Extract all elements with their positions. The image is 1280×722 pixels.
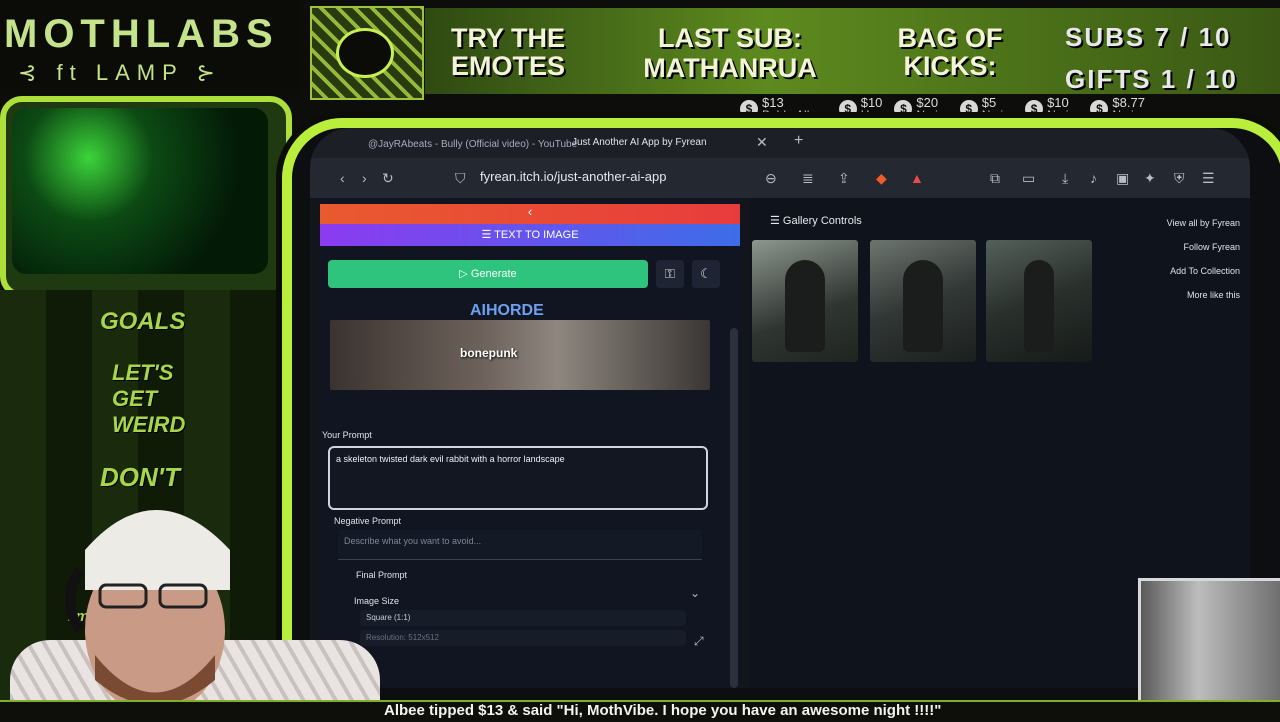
gallery-controls-toggle[interactable]: ☰ Gallery Controls bbox=[770, 214, 862, 227]
tab-strip: @JayRAbeats - Bully (Official video) - Y… bbox=[310, 128, 1250, 158]
close-tab-icon[interactable]: ✕ bbox=[756, 134, 768, 151]
subs-goal: SUBS 7 / 10 bbox=[1065, 22, 1232, 52]
stream-info-banner: TRY THE EMOTES LAST SUB: MATHANRUA BAG O… bbox=[425, 8, 1280, 94]
new-tab-button[interactable]: + bbox=[794, 132, 803, 150]
particle-visual bbox=[12, 108, 268, 274]
follow-link[interactable]: Follow Fyrean bbox=[1090, 242, 1240, 252]
provider-title: AIHORDE bbox=[470, 302, 544, 319]
negative-prompt-label: Negative Prompt bbox=[334, 516, 402, 526]
reader-icon[interactable]: ≣ bbox=[802, 170, 814, 187]
theme-toggle-button[interactable]: ☾ bbox=[692, 260, 720, 288]
drinking-glass bbox=[1138, 578, 1280, 703]
prompt-textarea[interactable]: a skeleton twisted dark evil rabbit with… bbox=[328, 446, 708, 510]
final-prompt-label[interactable]: Final Prompt bbox=[356, 570, 407, 580]
last-sub-name: MATHANRUA bbox=[643, 53, 817, 83]
tab-youtube[interactable]: @JayRAbeats - Bully (Official video) - Y… bbox=[368, 139, 577, 150]
coin-icon: $ bbox=[838, 100, 857, 118]
chevron-down-icon[interactable]: ⌄ bbox=[690, 586, 700, 600]
coin-icon: $ bbox=[1025, 100, 1044, 118]
secondary-camera bbox=[0, 96, 292, 298]
gallery-thumbnail[interactable] bbox=[752, 240, 858, 362]
zoom-icon[interactable]: ⊖ bbox=[765, 170, 777, 187]
brand-subtitle: ⊰ ft LAMP ⊱ bbox=[18, 60, 222, 85]
coin-icon: $ bbox=[740, 100, 758, 118]
brave-shield-icon[interactable]: ◆ bbox=[876, 170, 887, 187]
sidebar-icon[interactable]: ▭ bbox=[1022, 170, 1035, 187]
style-preset-name: bonepunk bbox=[460, 346, 518, 360]
view-all-link[interactable]: View all by Fyrean bbox=[1090, 218, 1240, 228]
address-bar: ‹ › ↻ ⛉ fyrean.itch.io/just-another-ai-a… bbox=[310, 158, 1250, 198]
prompt-label: Your Prompt bbox=[322, 430, 372, 440]
back-icon[interactable]: ‹ bbox=[340, 170, 345, 186]
gifts-goal: GIFTS 1 / 10 bbox=[1065, 64, 1238, 94]
api-key-button[interactable]: ⚿ bbox=[656, 260, 684, 288]
tip-message-ticker: Albee tipped $13 & said "Hi, MothVibe. I… bbox=[0, 700, 1280, 722]
last-sub-label: LAST SUB: bbox=[658, 23, 802, 53]
generate-button[interactable]: ▷ Generate bbox=[328, 260, 648, 288]
sticker-goals: GOALS bbox=[100, 308, 186, 335]
bag-of-kicks-label: BAG OF KICKS: bbox=[897, 23, 1003, 81]
gallery-thumbnail[interactable] bbox=[870, 240, 976, 362]
moth-emblem-icon bbox=[336, 28, 394, 78]
url-input[interactable]: fyrean.itch.io/just-another-ai-app bbox=[480, 169, 760, 189]
menu-icon[interactable]: ☰ bbox=[1202, 170, 1215, 187]
browser-window: @JayRAbeats - Bully (Official video) - Y… bbox=[310, 128, 1250, 688]
rabbit-image bbox=[903, 260, 943, 352]
resolution-select[interactable]: Resolution: 512x512 bbox=[360, 630, 686, 646]
streamer-webcam bbox=[65, 510, 230, 715]
coin-icon: $ bbox=[959, 100, 978, 118]
scrollbar[interactable] bbox=[730, 328, 738, 688]
collapse-bar[interactable]: ‹ bbox=[320, 204, 740, 224]
vpn-icon[interactable]: ⛨ bbox=[1174, 170, 1185, 187]
style-preset-card[interactable] bbox=[330, 320, 710, 390]
rewards-icon[interactable]: ▲ bbox=[910, 170, 924, 186]
wallet-icon[interactable]: ▣ bbox=[1116, 170, 1129, 187]
music-icon[interactable]: ♪ bbox=[1090, 170, 1097, 186]
tab-active-app[interactable]: Just Another AI App by Fyrean bbox=[572, 137, 707, 148]
image-size-label: Image Size bbox=[354, 596, 400, 606]
leo-ai-icon[interactable]: ✦ bbox=[1144, 170, 1156, 187]
negative-prompt-textarea[interactable]: Describe what you want to avoid... bbox=[338, 530, 702, 560]
sticker-lets-get-weird: LET'S GET WEIRD bbox=[112, 360, 186, 437]
generator-panel: ‹ ☰ TEXT TO IMAGE ▷ Generate ⚿ ☾ AIHORDE… bbox=[320, 198, 740, 688]
gallery-thumbnail[interactable] bbox=[986, 240, 1092, 362]
extensions-icon[interactable]: ⧉ bbox=[990, 170, 1000, 187]
coin-icon: $ bbox=[894, 100, 913, 118]
add-to-collection-link[interactable]: Add To Collection bbox=[1090, 266, 1240, 276]
brand-logo-panel: MOTHLABS ⊰ ft LAMP ⊱ bbox=[0, 0, 300, 95]
reload-icon[interactable]: ↻ bbox=[382, 170, 394, 187]
download-icon[interactable]: ⤓ bbox=[1062, 170, 1068, 187]
rabbit-image bbox=[1024, 260, 1054, 352]
emotes-callout: TRY THE EMOTES bbox=[450, 23, 565, 81]
tip-message: Albee tipped $13 & said "Hi, MothVibe. I… bbox=[384, 702, 942, 719]
expand-icon[interactable]: ⤢ bbox=[694, 634, 704, 649]
coin-icon: $ bbox=[1090, 100, 1109, 118]
image-size-select[interactable]: Square (1:1) bbox=[360, 610, 686, 626]
forward-icon[interactable]: › bbox=[362, 170, 367, 186]
brand-title: MOTHLABS bbox=[4, 12, 279, 56]
bookmark-icon[interactable]: ⛉ bbox=[455, 170, 466, 187]
share-icon[interactable]: ⇪ bbox=[838, 170, 850, 187]
rabbit-image bbox=[785, 260, 825, 352]
more-like-this-link[interactable]: More like this bbox=[1090, 290, 1240, 300]
mode-tab-text-to-image[interactable]: ☰ TEXT TO IMAGE bbox=[320, 224, 740, 246]
